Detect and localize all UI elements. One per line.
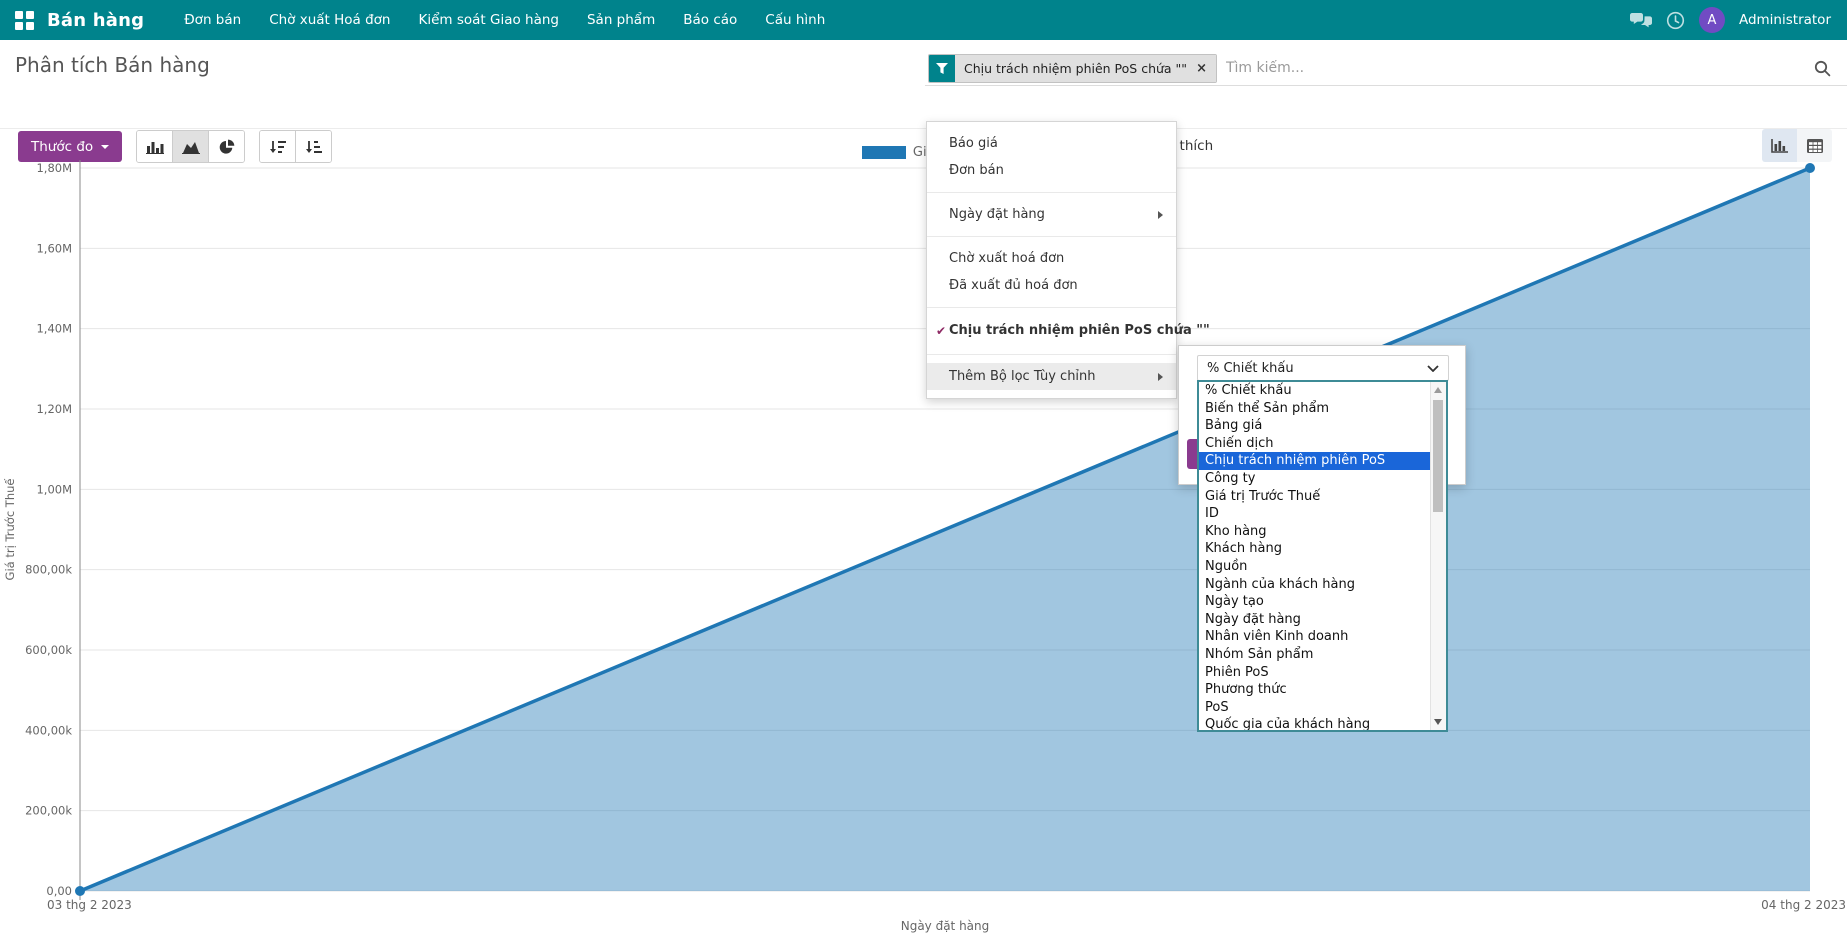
svg-text:03 thg 2 2023: 03 thg 2 2023 xyxy=(47,898,132,912)
select-option[interactable]: Ngành của khách hàng xyxy=(1199,576,1431,594)
filter-menu-item[interactable]: Chờ xuất hoá đơn xyxy=(927,245,1176,272)
select-option[interactable]: Bảng giá xyxy=(1199,417,1431,435)
nav-menu-item[interactable]: Sản phẩm xyxy=(573,0,669,40)
select-option[interactable]: Giá trị Trước Thuế xyxy=(1199,488,1431,506)
chevron-down-icon xyxy=(1427,365,1439,372)
select-option[interactable]: Ngày tạo xyxy=(1199,593,1431,611)
scroll-thumb[interactable] xyxy=(1433,400,1443,512)
select-option[interactable]: Kho hàng xyxy=(1199,523,1431,541)
select-option[interactable]: Nhóm Sản phẩm xyxy=(1199,646,1431,664)
svg-text:1,20M: 1,20M xyxy=(36,402,72,416)
svg-text:600,00k: 600,00k xyxy=(25,643,72,657)
field-select-value: % Chiết khấu xyxy=(1207,361,1294,376)
select-option[interactable]: Chiến dịch xyxy=(1199,435,1431,453)
svg-text:Ngày đặt hàng: Ngày đặt hàng xyxy=(901,919,990,933)
messages-icon[interactable] xyxy=(1630,12,1652,29)
svg-text:04 thg 2 2023: 04 thg 2 2023 xyxy=(1761,898,1846,912)
user-name[interactable]: Administrator xyxy=(1739,12,1831,28)
svg-text:400,00k: 400,00k xyxy=(25,723,72,737)
nav-menu-item[interactable]: Báo cáo xyxy=(669,0,751,40)
filter-menu-item[interactable]: Ngày đặt hàng xyxy=(927,201,1176,228)
select-option[interactable]: Ngày đặt hàng xyxy=(1199,611,1431,629)
svg-text:800,00k: 800,00k xyxy=(25,563,72,577)
field-select-listbox: % Chiết khấuBiến thể Sản phẩmBảng giáChi… xyxy=(1197,380,1448,732)
nav-menu-item[interactable]: Cấu hình xyxy=(751,0,839,40)
listbox-scrollbar[interactable] xyxy=(1430,382,1446,730)
filter-menu-item[interactable]: Chịu trách nhiệm phiên PoS chứa "" xyxy=(927,316,1176,346)
select-option[interactable]: Phiên PoS xyxy=(1199,664,1431,682)
field-select[interactable]: % Chiết khấu xyxy=(1197,355,1449,381)
select-option[interactable]: Chịu trách nhiệm phiên PoS xyxy=(1199,452,1431,470)
sales-analysis-screen: Bán hàng Đơn bánChờ xuất Hoá đơnKiểm soá… xyxy=(0,0,1847,945)
top-navbar: Bán hàng Đơn bánChờ xuất Hoá đơnKiểm soá… xyxy=(0,0,1847,40)
navbar-right: A Administrator xyxy=(1630,7,1847,33)
nav-menu-item[interactable]: Kiểm soát Giao hàng xyxy=(404,0,573,40)
scroll-up-icon[interactable] xyxy=(1434,387,1442,393)
filter-menu-item[interactable]: Báo giá xyxy=(927,130,1176,157)
select-option[interactable]: Phương thức xyxy=(1199,681,1431,699)
svg-text:200,00k: 200,00k xyxy=(25,804,72,818)
user-avatar[interactable]: A xyxy=(1699,7,1725,33)
select-option[interactable]: PoS xyxy=(1199,699,1431,717)
control-panel: Phân tích Bán hàng Chịu trách nhiệm phiê… xyxy=(0,40,1847,129)
select-option[interactable]: % Chiết khấu xyxy=(1199,382,1431,400)
filters-dropdown-menu: Báo giáĐơn bán Ngày đặt hàng Chờ xuất hoá … xyxy=(926,121,1177,399)
select-option[interactable]: Biến thể Sản phẩm xyxy=(1199,400,1431,418)
search-bar: Chịu trách nhiệm phiên PoS chứa "" × xyxy=(925,51,1847,86)
select-option[interactable]: ID xyxy=(1199,505,1431,523)
select-option[interactable]: Công ty xyxy=(1199,470,1431,488)
select-option[interactable]: Nhân viên Kinh doanh xyxy=(1199,628,1431,646)
svg-text:Giá trị Trước Thuế: Giá trị Trước Thuế xyxy=(3,478,17,581)
facet-label: Chịu trách nhiệm phiên PoS chứa "" xyxy=(964,61,1187,76)
svg-text:1,40M: 1,40M xyxy=(36,322,72,336)
navbar-menu: Đơn bánChờ xuất Hoá đơnKiểm soát Giao hà… xyxy=(170,0,839,40)
menu-separator xyxy=(927,354,1176,355)
scroll-down-icon[interactable] xyxy=(1434,719,1442,725)
facet-body: Chịu trách nhiệm phiên PoS chứa "" × xyxy=(955,55,1216,82)
svg-text:1,00M: 1,00M xyxy=(36,482,72,496)
svg-text:1,60M: 1,60M xyxy=(36,241,72,255)
menu-separator xyxy=(927,192,1176,193)
field-options: % Chiết khấuBiến thể Sản phẩmBảng giáChi… xyxy=(1199,382,1431,730)
facet-filter-icon xyxy=(929,55,955,82)
chart-area: Giá trị Trước Thuế 0,00 200,00k 400,00k 600… xyxy=(0,128,1847,945)
select-option[interactable]: Khách hàng xyxy=(1199,540,1431,558)
search-icon[interactable] xyxy=(1814,60,1831,77)
filter-menu-item[interactable]: Thêm Bộ lọc Tùy chỉnh xyxy=(927,363,1176,390)
menu-separator xyxy=(927,307,1176,308)
nav-menu-item[interactable]: Đơn bán xyxy=(170,0,255,40)
legend-swatch xyxy=(862,146,906,159)
page-title: Phân tích Bán hàng xyxy=(15,53,210,77)
svg-text:1,80M: 1,80M xyxy=(36,161,72,175)
app-brand[interactable]: Bán hàng xyxy=(47,10,144,31)
filter-menu-item[interactable]: Đơn bán xyxy=(927,157,1176,184)
area-chart-svg: 0,00 200,00k 400,00k 600,00k 800,00k 1,00M 1,2… xyxy=(0,128,1847,945)
svg-text:0,00: 0,00 xyxy=(46,884,72,898)
search-input[interactable] xyxy=(1217,60,1814,76)
select-option[interactable]: Nguồn xyxy=(1199,558,1431,576)
filter-menu-item[interactable]: Đã xuất đủ hoá đơn xyxy=(927,272,1176,299)
nav-menu-item[interactable]: Chờ xuất Hoá đơn xyxy=(255,0,404,40)
search-facet: Chịu trách nhiệm phiên PoS chứa "" × xyxy=(928,54,1217,83)
activities-clock-icon[interactable] xyxy=(1666,11,1685,30)
select-option[interactable]: Quốc gia của khách hàng xyxy=(1199,716,1431,732)
apps-menu-icon[interactable] xyxy=(15,11,34,30)
facet-remove-icon[interactable]: × xyxy=(1196,61,1207,76)
menu-separator xyxy=(927,236,1176,237)
